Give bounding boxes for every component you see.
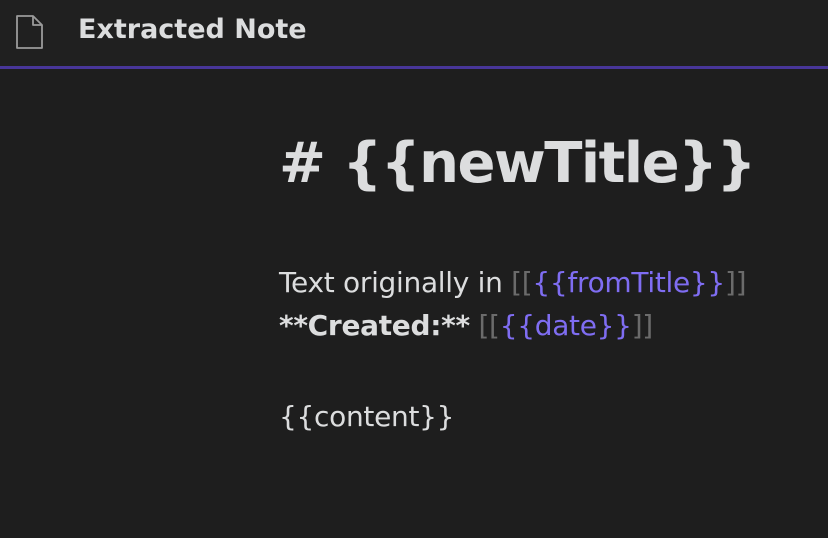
close-bracket: ]] (631, 309, 654, 342)
created-label: **Created:** (279, 309, 470, 342)
from-title-link[interactable]: {{fromTitle}} (532, 266, 725, 299)
close-bracket: ]] (724, 266, 747, 299)
open-bracket: [[ (478, 309, 500, 342)
open-bracket: [[ (511, 266, 533, 299)
note-title[interactable]: Extracted Note (78, 14, 307, 45)
content-line[interactable]: {{content}} (279, 400, 454, 433)
heading-line[interactable]: # {{newTitle}} (279, 131, 756, 196)
created-line[interactable]: **Created:** [[{{date}}]] (279, 309, 653, 342)
date-link[interactable]: {{date}} (500, 309, 632, 342)
origin-line[interactable]: Text originally in [[{{fromTitle}}]] (279, 266, 747, 299)
origin-text: Text originally in (279, 266, 512, 299)
editor-content[interactable]: # {{newTitle}} Text originally in [[{{fr… (279, 69, 828, 538)
note-header: Extracted Note (0, 0, 828, 69)
file-icon (16, 15, 43, 49)
